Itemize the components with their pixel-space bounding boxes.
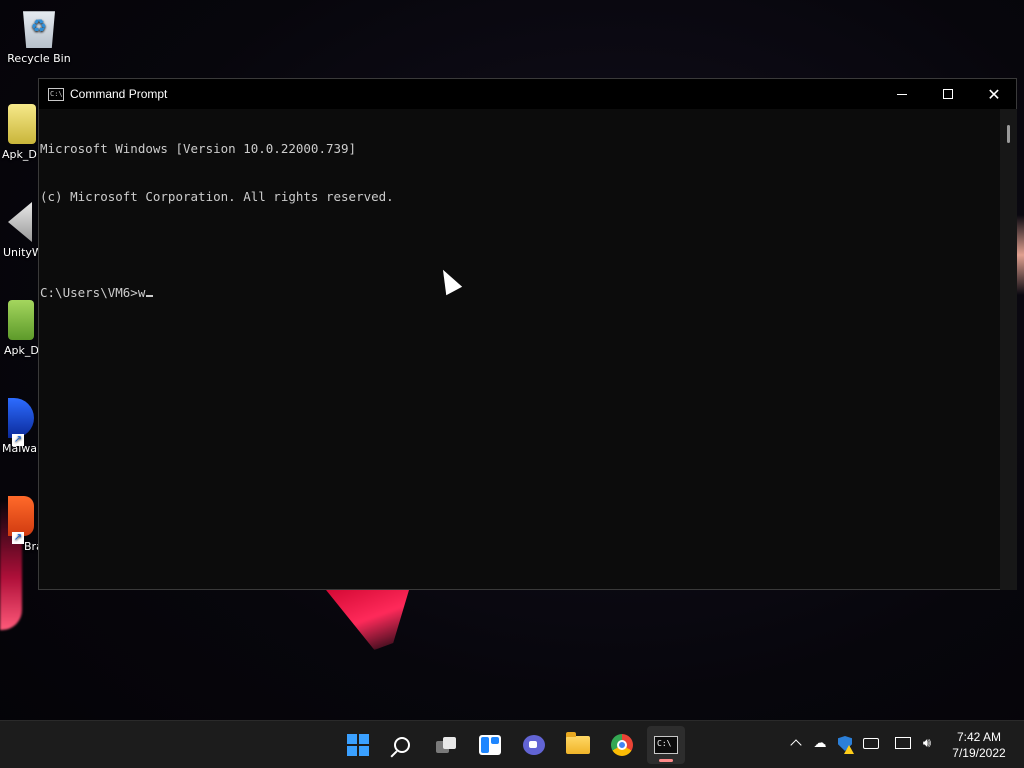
cmd-icon: C:\ bbox=[654, 736, 678, 754]
vertical-scrollbar[interactable] bbox=[1000, 109, 1017, 590]
taskbar: C:\ ☁ 🔊︎ 7:42 AM 7/19/2022 bbox=[0, 720, 1024, 768]
search-icon bbox=[394, 737, 410, 753]
maximize-icon bbox=[943, 89, 953, 99]
task-view-icon bbox=[436, 737, 456, 753]
search-button[interactable] bbox=[383, 726, 421, 764]
window-title: Command Prompt bbox=[70, 87, 168, 101]
network-tray-button[interactable] bbox=[894, 735, 912, 753]
folder-icon bbox=[566, 732, 590, 754]
chat-button[interactable] bbox=[515, 726, 553, 764]
shortcut-arrow-icon: ↗ bbox=[12, 532, 24, 544]
clock-time: 7:42 AM bbox=[956, 730, 1002, 744]
onedrive-tray-button[interactable]: ☁ bbox=[811, 735, 829, 753]
console-output[interactable]: Microsoft Windows [Version 10.0.22000.73… bbox=[39, 109, 999, 590]
apk-file-icon bbox=[8, 300, 34, 340]
unity-icon bbox=[8, 202, 32, 242]
start-button[interactable] bbox=[339, 726, 377, 764]
maximize-button[interactable] bbox=[925, 79, 971, 109]
recycle-bin-icon bbox=[23, 11, 55, 48]
file-explorer-button[interactable] bbox=[559, 726, 597, 764]
task-view-button[interactable] bbox=[427, 726, 465, 764]
scrollbar-thumb[interactable] bbox=[1007, 125, 1010, 143]
widgets-icon bbox=[479, 735, 501, 755]
console-line: Microsoft Windows [Version 10.0.22000.73… bbox=[40, 141, 357, 156]
volume-icon: 🔊︎ bbox=[922, 736, 932, 751]
command-prompt-window[interactable]: C:\ Command Prompt ✕ Microsoft Windows [… bbox=[38, 78, 1017, 590]
desktop-icon-label: Recycle Bin bbox=[7, 52, 71, 65]
cloud-off-icon: ☁ bbox=[813, 736, 827, 751]
input-indicator-button[interactable] bbox=[862, 735, 880, 753]
console-line: (c) Microsoft Corporation. All rights re… bbox=[40, 189, 394, 204]
chevron-up-icon bbox=[790, 739, 802, 751]
minimize-icon bbox=[897, 93, 907, 95]
brave-icon bbox=[8, 496, 34, 536]
window-titlebar[interactable]: C:\ Command Prompt ✕ bbox=[39, 79, 1016, 109]
clock-button[interactable]: 7:42 AM 7/19/2022 bbox=[944, 729, 1014, 761]
close-button[interactable]: ✕ bbox=[971, 79, 1017, 109]
malwarebytes-icon bbox=[8, 398, 34, 438]
network-icon bbox=[895, 737, 911, 749]
minimize-button[interactable] bbox=[879, 79, 925, 109]
keyboard-icon bbox=[863, 738, 879, 749]
clock-date: 7/19/2022 bbox=[952, 746, 1006, 760]
command-prompt-taskbar-button[interactable]: C:\ bbox=[647, 726, 685, 764]
warning-icon bbox=[844, 745, 854, 754]
wallpaper-streak bbox=[318, 580, 412, 650]
shortcut-arrow-icon: ↗ bbox=[12, 434, 24, 446]
volume-tray-button[interactable]: 🔊︎ bbox=[918, 735, 936, 753]
text-cursor bbox=[146, 295, 154, 297]
show-hidden-icons-button[interactable] bbox=[787, 735, 805, 753]
console-prompt: C:\Users\VM6>w bbox=[40, 285, 146, 300]
desktop-icon-recycle-bin[interactable]: Recycle Bin bbox=[1, 8, 77, 65]
close-icon: ✕ bbox=[987, 84, 1001, 104]
cmd-icon: C:\ bbox=[48, 87, 64, 101]
chrome-icon bbox=[611, 734, 633, 756]
widgets-button[interactable] bbox=[471, 726, 509, 764]
chrome-button[interactable] bbox=[603, 726, 641, 764]
chat-icon bbox=[523, 735, 545, 755]
console-prompt-line[interactable]: C:\Users\VM6>w bbox=[40, 285, 999, 301]
apk-file-icon bbox=[8, 104, 36, 144]
active-app-indicator bbox=[659, 759, 673, 762]
windows-start-icon bbox=[347, 734, 369, 756]
